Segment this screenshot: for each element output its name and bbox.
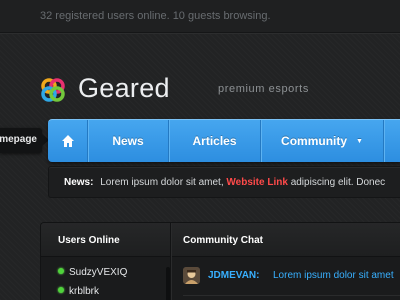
nav-item-community[interactable]: Community ▼ — [261, 120, 384, 162]
news-label: News: — [64, 177, 94, 188]
users-scrollbar[interactable] — [166, 267, 170, 300]
chat-username[interactable]: JDMEVAN: — [208, 270, 259, 281]
online-user-item[interactable]: krblbrk — [58, 286, 99, 297]
nav-home-button[interactable] — [48, 120, 88, 162]
panel-header: Users Online Community Chat — [41, 223, 400, 257]
news-text-before: Lorem ipsum dolor sit amet, — [100, 177, 224, 188]
nav-item-news[interactable]: News — [88, 120, 169, 162]
nav-articles-label: Articles — [192, 134, 237, 148]
chat-message-text: Lorem ipsum dolor sit amet — [273, 270, 394, 281]
community-chat-title: Community Chat — [183, 235, 263, 246]
news-text-after: adipiscing elit. Donec — [290, 177, 386, 188]
online-status-dot-icon — [58, 268, 64, 274]
caret-down-icon: ▼ — [356, 137, 363, 145]
online-user-item[interactable]: SudzyVEXIQ — [58, 267, 127, 278]
news-ticker: News: Lorem ipsum dolor sit amet, Websit… — [48, 166, 400, 198]
nav-news-label: News — [112, 134, 144, 148]
online-status-dot-icon — [58, 287, 64, 293]
brand-tagline: premium esports — [218, 83, 309, 95]
chat-avatar[interactable] — [183, 267, 200, 284]
panel-divider — [170, 223, 172, 300]
chat-message: JDMEVAN: Lorem ipsum dolor sit amet — [183, 267, 400, 285]
brand-name[interactable]: Geared — [78, 73, 170, 104]
online-user-name: krblbrk — [69, 286, 100, 297]
users-online-title: Users Online — [58, 235, 120, 246]
chat-message-next — [183, 295, 400, 300]
news-link[interactable]: Website Link — [226, 177, 288, 188]
nav-community-label: Community — [281, 134, 348, 148]
main-navigation: News Articles Community ▼ — [48, 119, 400, 162]
nav-item-articles[interactable]: Articles — [169, 120, 261, 162]
user-avatar-icon — [183, 267, 200, 284]
homepage-tab-label: Homepage — [0, 134, 37, 145]
online-status-text: 32 registered users online. 10 guests br… — [40, 10, 271, 22]
homepage-tab[interactable]: Homepage — [0, 128, 49, 153]
top-status-bar: 32 registered users online. 10 guests br… — [0, 0, 400, 33]
community-panel: Users Online Community Chat SudzyVEXIQ k… — [40, 222, 400, 300]
online-user-name: SudzyVEXIQ — [69, 267, 128, 278]
home-icon — [61, 135, 74, 147]
geared-logo-icon[interactable] — [40, 77, 66, 103]
